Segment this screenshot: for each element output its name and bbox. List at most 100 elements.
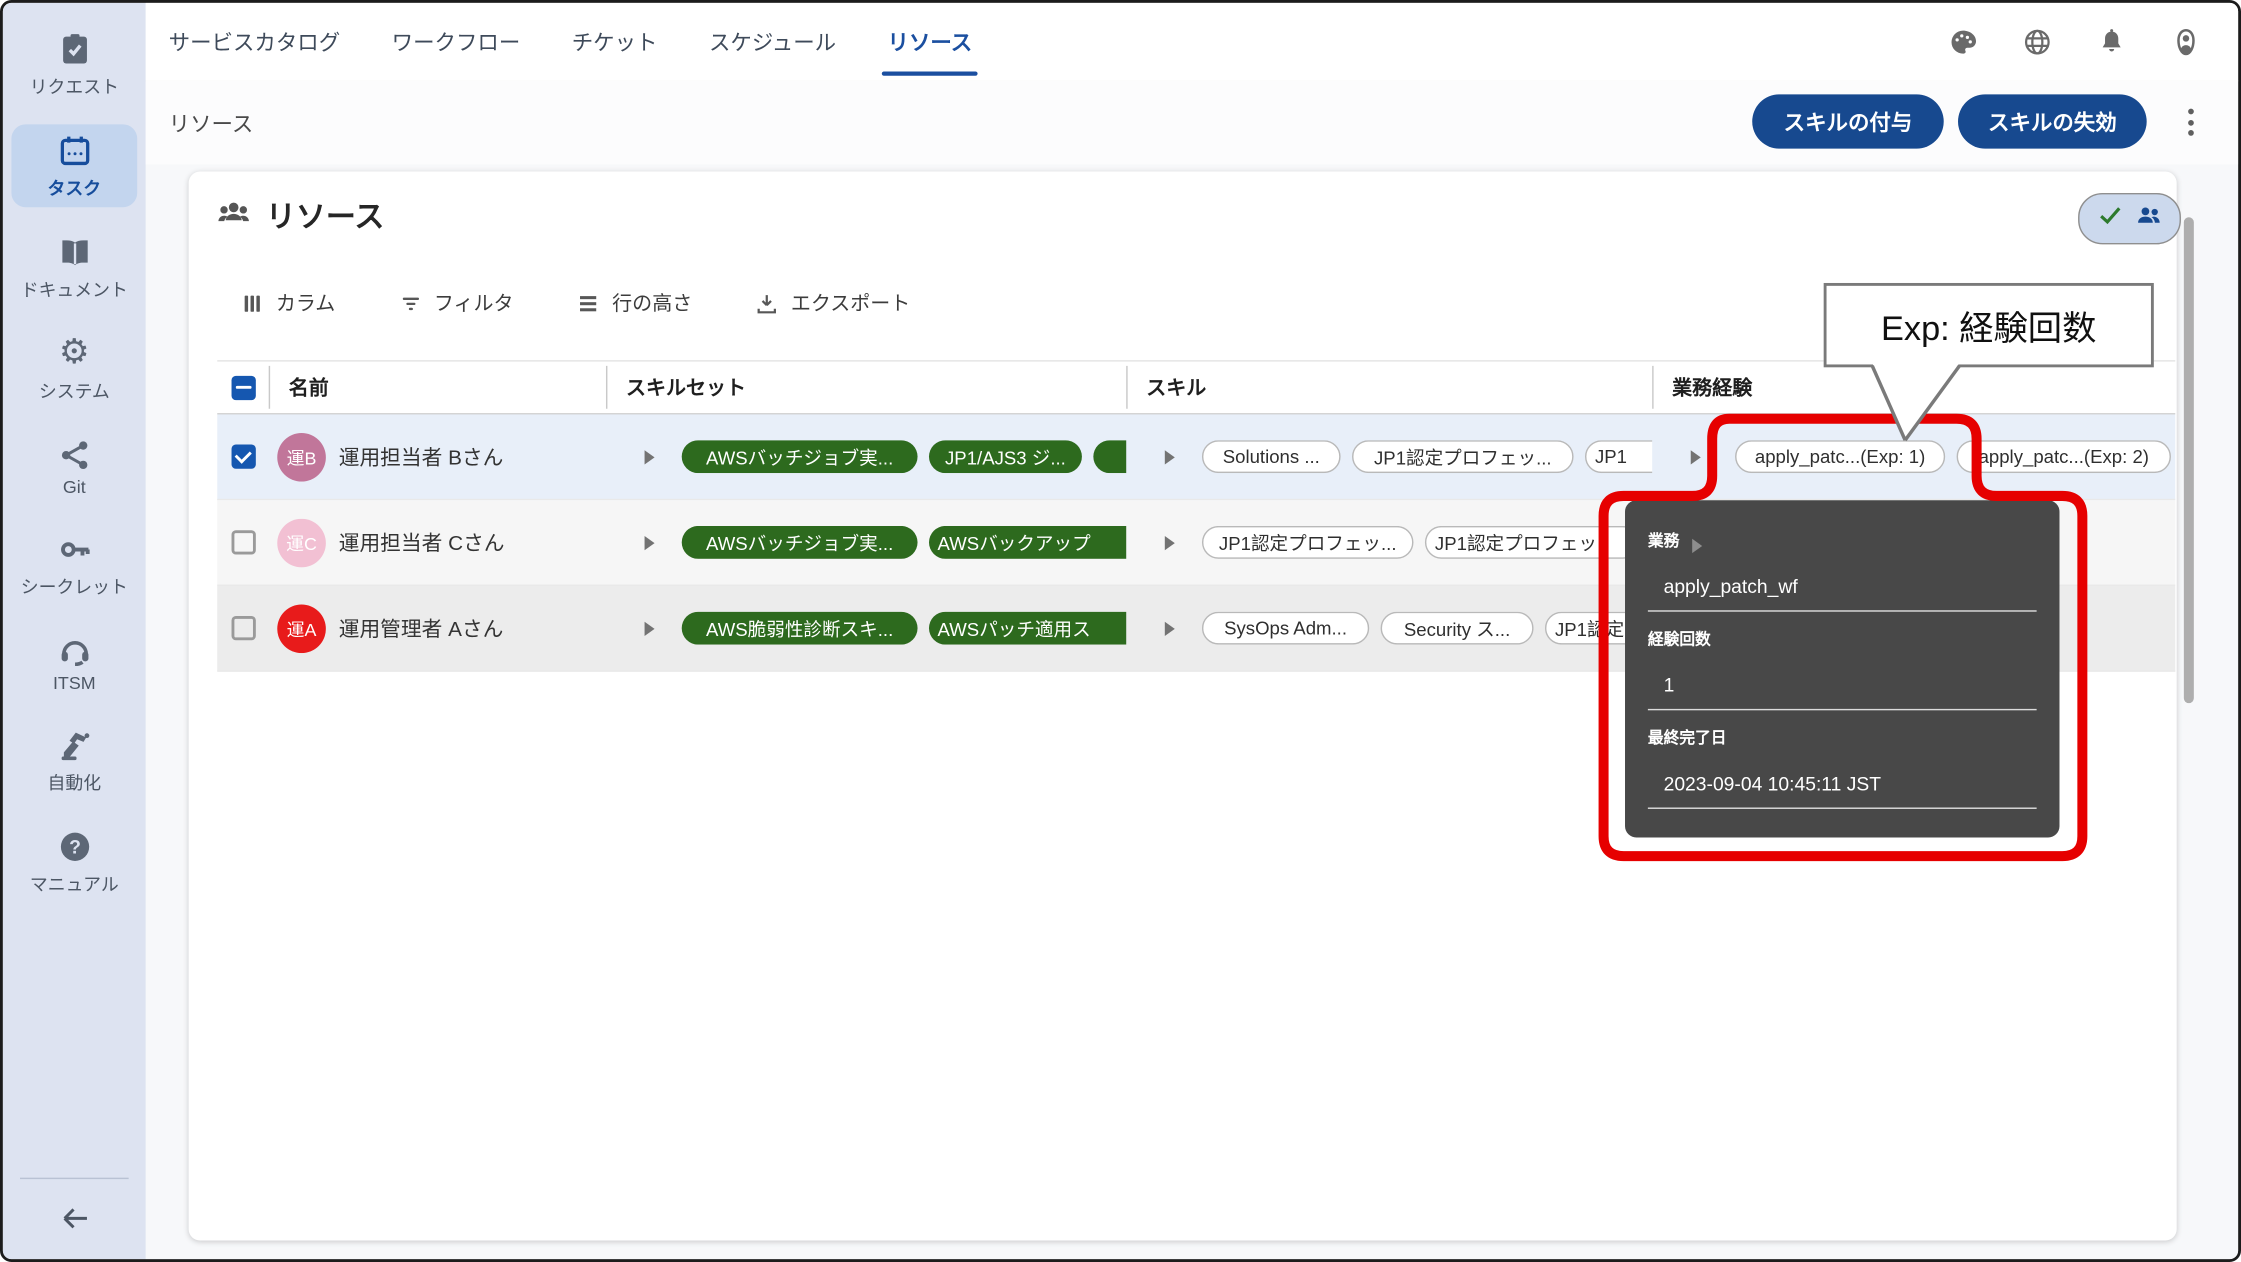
column-header-name[interactable]: 名前 <box>269 366 606 409</box>
tooltip-field-value: 2023-09-04 10:45:11 JST <box>1664 773 2037 794</box>
globe-icon[interactable] <box>2022 26 2052 56</box>
chevron-right-icon[interactable] <box>1165 621 1175 635</box>
filter-label: フィルタ <box>434 289 514 318</box>
skillset-chip[interactable] <box>1093 440 1126 473</box>
gear-icon: ⚙ <box>56 334 93 371</box>
skill-chip[interactable]: Security ス... <box>1381 612 1534 645</box>
row-height-icon <box>576 291 600 315</box>
sidebar-item-secret[interactable]: シークレット <box>11 523 137 606</box>
sidebar-item-label: リクエスト <box>30 71 119 98</box>
skillset-chip[interactable]: AWSバッチジョブ実... <box>682 440 918 473</box>
row-checkbox[interactable] <box>231 530 255 554</box>
book-icon <box>56 233 93 270</box>
table-row[interactable]: 運B 運用担当者 Bさん AWSバッチジョブ実... JP1/AJS3 ジ... <box>217 414 2175 500</box>
skillset-chip[interactable]: AWSパッチ適用ス <box>929 612 1126 645</box>
row-checkbox[interactable] <box>231 616 255 640</box>
revoke-skill-button[interactable]: スキルの失効 <box>1958 94 2147 148</box>
columns-label: カラム <box>276 289 335 318</box>
skillset-chip[interactable]: AWSバッチジョブ実... <box>682 526 918 559</box>
key-icon <box>56 530 93 567</box>
sidebar-item-request[interactable]: リクエスト <box>11 23 137 106</box>
sidebar-item-task[interactable]: タスク <box>11 124 137 207</box>
sidebar-item-system[interactable]: ⚙ システム <box>11 327 137 410</box>
tooltip-field-label: 最終完了日 <box>1648 726 2037 749</box>
sidebar-item-document[interactable]: ドキュメント <box>11 226 137 309</box>
sidebar-item-git[interactable]: Git <box>11 429 137 505</box>
chevron-right-icon[interactable] <box>1165 535 1175 549</box>
share-icon <box>56 436 93 473</box>
sidebar-item-automation[interactable]: 自動化 <box>11 719 137 802</box>
chevron-right-icon[interactable] <box>1165 449 1175 463</box>
columns-button[interactable]: カラム <box>240 289 335 318</box>
sidebar-item-manual[interactable]: ? マニュアル <box>11 820 137 903</box>
skill-chip[interactable]: SysOps Adm... <box>1202 612 1369 645</box>
headset-icon <box>56 632 93 669</box>
tooltip-divider <box>1648 610 2037 611</box>
tab-service-catalog[interactable]: サービスカタログ <box>169 3 341 80</box>
people-group-icon <box>214 193 253 239</box>
chevron-right-icon <box>1692 539 1702 553</box>
chevron-right-icon[interactable] <box>645 535 655 549</box>
select-all-checkbox[interactable] <box>231 375 255 399</box>
skillset-chip[interactable]: AWSバックアップ <box>929 526 1126 559</box>
nav-tabs: サービスカタログ ワークフロー チケット スケジュール リソース <box>146 3 972 80</box>
bell-icon[interactable] <box>2097 26 2127 56</box>
export-button[interactable]: エクスポート <box>755 289 910 318</box>
skill-chip[interactable]: JP1認定プロフェッ... <box>1352 440 1574 473</box>
filter-button[interactable]: フィルタ <box>398 289 513 318</box>
skillset-chip[interactable]: JP1/AJS3 ジ... <box>929 440 1082 473</box>
skill-chip[interactable]: JP1 <box>1585 440 1652 473</box>
grant-skill-button[interactable]: スキルの付与 <box>1752 94 1944 148</box>
sidebar-item-label: タスク <box>47 173 101 200</box>
tab-schedule[interactable]: スケジュール <box>709 3 836 80</box>
tooltip-field-value: 1 <box>1664 675 2037 696</box>
experience-chip[interactable]: apply_patc...(Exp: 2) <box>1957 440 2171 473</box>
sidebar-item-label: ドキュメント <box>21 274 128 301</box>
annotation-callout: Exp: 経験回数 <box>1824 283 2154 367</box>
question-circle-icon: ? <box>56 828 93 865</box>
top-navigation: サービスカタログ ワークフロー チケット スケジュール リソース <box>146 3 2238 82</box>
sidebar-item-label: ITSM <box>53 673 96 693</box>
svg-text:?: ? <box>68 836 80 858</box>
app-window: リクエスト タスク ドキュメント ⚙ システム Git <box>0 0 2241 1262</box>
avatar: 運C <box>277 518 326 567</box>
breadcrumb: リソース <box>169 109 254 139</box>
skill-chip[interactable]: JP1認定プロフェッ... <box>1202 526 1414 559</box>
tooltip-divider <box>1648 808 2037 809</box>
account-icon[interactable] <box>2171 26 2201 56</box>
vertical-scrollbar[interactable] <box>2184 217 2194 703</box>
tooltip-divider <box>1648 709 2037 710</box>
sidebar-item-itsm[interactable]: ITSM <box>11 625 137 701</box>
sidebar-item-label: シークレット <box>21 572 128 599</box>
column-header-skillset[interactable]: スキルセット <box>606 366 1126 409</box>
skillset-chip[interactable]: AWS脆弱性診断スキ... <box>682 612 918 645</box>
table-toolbar: カラム フィルタ 行の高さ エクスポート <box>240 289 910 318</box>
tooltip-field-value: apply_patch_wf <box>1664 576 2037 597</box>
column-header-skill[interactable]: スキル <box>1126 366 1652 409</box>
tab-resource[interactable]: リソース <box>888 3 973 80</box>
arrow-left-icon <box>56 1199 93 1236</box>
kebab-menu-icon[interactable] <box>2181 109 2201 143</box>
chevron-right-icon[interactable] <box>1691 449 1701 463</box>
sidebar-collapse-button[interactable] <box>56 1199 93 1236</box>
palette-icon[interactable] <box>1948 26 1978 56</box>
tab-workflow[interactable]: ワークフロー <box>392 3 521 80</box>
columns-icon <box>240 291 264 315</box>
check-icon <box>2097 202 2124 236</box>
page-header: リソース スキルの付与 スキルの失効 <box>146 80 2238 164</box>
table-header-row: 名前 スキルセット スキル 業務経験 <box>217 360 2175 414</box>
chevron-right-icon[interactable] <box>645 449 655 463</box>
row-height-button[interactable]: 行の高さ <box>576 289 692 318</box>
skill-chip[interactable]: Solutions ... <box>1202 440 1341 473</box>
view-toggle-button[interactable] <box>2078 193 2181 244</box>
row-checkbox[interactable] <box>231 444 255 468</box>
export-label: エクスポート <box>791 289 910 318</box>
experience-chip[interactable]: apply_patc...(Exp: 1) <box>1735 440 1945 473</box>
chevron-right-icon[interactable] <box>645 621 655 635</box>
page-title: リソース <box>266 194 385 237</box>
people-icon <box>2135 202 2162 236</box>
tab-ticket[interactable]: チケット <box>572 3 658 80</box>
skill-chip[interactable]: JP1認定プロフェッ <box>1425 526 1639 559</box>
column-header-experience[interactable]: 業務経験 <box>1652 366 2175 409</box>
row-height-label: 行の高さ <box>612 289 692 318</box>
